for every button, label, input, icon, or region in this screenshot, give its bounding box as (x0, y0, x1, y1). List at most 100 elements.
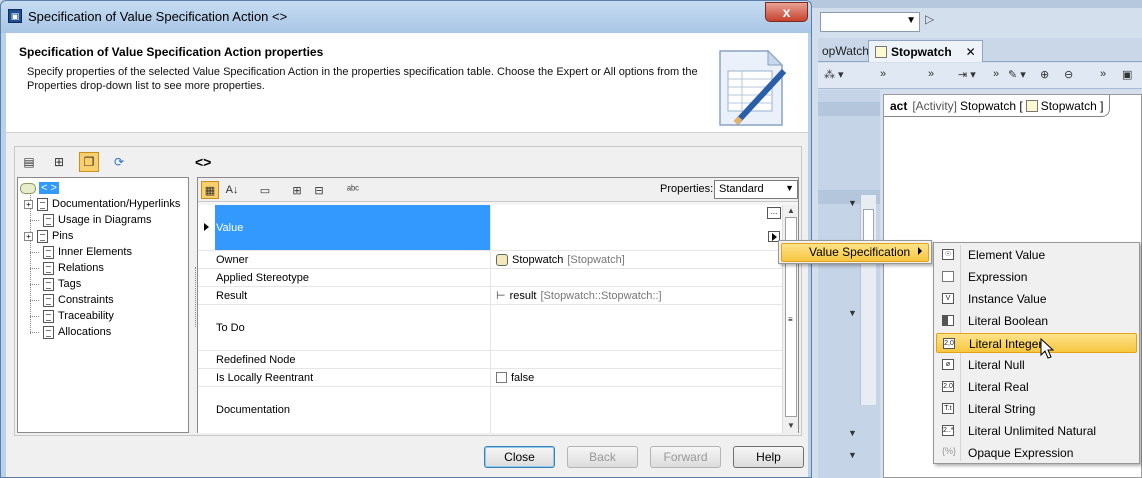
element-name: <> (195, 154, 212, 170)
menu-item-literal-null[interactable]: ø Literal Null (936, 355, 1137, 375)
tree-item[interactable]: + Documentation/Hyperlinks (24, 196, 180, 212)
copy-icon[interactable]: ❐ (79, 152, 99, 172)
chevron-down-icon[interactable]: ▼ (848, 198, 857, 208)
dialog-client: Specification of Value Specification Act… (6, 33, 808, 477)
pen-icon[interactable]: ✎ ▾ (1008, 68, 1026, 81)
tree-item-label: Usage in Diagrams (58, 214, 152, 226)
dialog-buttons: Close Back Forward Help (6, 441, 808, 477)
diagram-icon (875, 45, 887, 58)
layout-icon[interactable]: ⁂ ▾ (824, 68, 844, 81)
table-row[interactable]: To Do (198, 305, 782, 351)
text-field-icon[interactable]: ▭ (256, 181, 274, 199)
menu-item-literal-boolean[interactable]: Literal Boolean (936, 311, 1137, 331)
dialog-titlebar[interactable]: ▣ Specification of Value Specification A… (1, 1, 811, 33)
tree-item[interactable]: Inner Elements (24, 244, 132, 260)
chevron-down-icon[interactable]: ▼ (848, 450, 857, 460)
tree-item[interactable]: Traceability (24, 308, 114, 324)
tab-stopwatch-partial[interactable]: opWatch (818, 42, 873, 62)
action-node-icon (20, 182, 36, 194)
menu-item-opaque-expression[interactable]: {%} Opaque Expression (936, 443, 1137, 463)
menu-item-literal-real[interactable]: 2.0 Literal Real (936, 377, 1137, 397)
refresh-icon[interactable]: ⟳ (109, 152, 129, 172)
tab-stopwatch[interactable]: Stopwatch ✕ (868, 40, 983, 62)
properties-table: Value ... Owner Stopwatch [Stopwatch] Ap… (198, 205, 782, 433)
tree-root[interactable]: < > (20, 180, 59, 196)
menu-item-label: Literal Integer (969, 337, 1043, 351)
menu-item-expression[interactable]: Expression (936, 267, 1137, 287)
table-row[interactable]: Applied Stereotype (198, 269, 782, 287)
mouse-cursor-icon (1040, 338, 1054, 359)
specification-tree[interactable]: < > + Documentation/Hyperlinks Usage in Di… (17, 177, 189, 433)
document-icon (43, 261, 54, 275)
literal-boolean-icon (942, 315, 954, 326)
list-view-icon[interactable]: ▤ (19, 152, 39, 172)
chevron-down-icon[interactable]: ▼ (848, 308, 857, 318)
more-icon[interactable]: » (928, 68, 934, 80)
more-icon[interactable]: » (880, 68, 886, 80)
window-close-button[interactable]: x (765, 2, 808, 22)
help-button[interactable]: Help (733, 446, 804, 468)
scroll-down-icon[interactable]: ▼ (787, 421, 795, 430)
output-pin-icon: ⊢ (496, 290, 506, 302)
document-icon (43, 325, 54, 339)
collapse-all-icon[interactable]: ⊟ (310, 181, 328, 199)
diagram-frame-header: act [Activity] Stopwatch [ Stopwatch ] (884, 95, 1111, 117)
categorized-icon[interactable]: ▦ (201, 181, 219, 199)
play-icon[interactable]: ▷ (925, 12, 934, 26)
properties-label: Properties: (660, 183, 714, 195)
window-icon[interactable]: ▣ (1122, 68, 1132, 81)
menu-item-element-value[interactable]: ☉ Element Value (936, 245, 1137, 265)
literal-string-icon: T.t (942, 403, 954, 414)
table-row[interactable]: Result ⊢ result [Stopwatch::Stopwatch::] (198, 287, 782, 305)
tree-item[interactable]: + Pins (24, 228, 73, 244)
tree-view-icon[interactable]: ⊞ (49, 152, 69, 172)
filter-icon[interactable]: ᵃᵇᶜ (344, 181, 362, 199)
table-row[interactable]: Is Locally Reentrant false (198, 369, 782, 387)
edit-value-button[interactable]: ... (767, 207, 781, 219)
tree-item[interactable]: Allocations (24, 324, 111, 340)
tree-item[interactable]: Tags (24, 276, 81, 292)
tree-item[interactable]: Relations (24, 260, 104, 276)
table-row[interactable]: Value ... (198, 205, 782, 251)
back-button[interactable]: Back (567, 446, 638, 468)
menu-item-label: Literal Real (968, 380, 1029, 394)
menu-item-literal-integer[interactable]: 2,0 Literal Integer (936, 333, 1137, 353)
tree-root-label: < > (39, 182, 59, 194)
tree-item[interactable]: Usage in Diagrams (24, 212, 152, 228)
expand-all-icon[interactable]: ⊞ (288, 181, 306, 199)
table-row[interactable]: Owner Stopwatch [Stopwatch] (198, 251, 782, 269)
background-scrollbar[interactable] (860, 195, 876, 405)
menu-item-instance-value[interactable]: V Instance Value (936, 289, 1137, 309)
expand-icon[interactable]: + (24, 231, 33, 241)
zoom-out-icon[interactable]: ⊖ (1064, 68, 1073, 81)
background-topbar (810, 0, 1142, 8)
table-row[interactable]: Documentation (198, 387, 782, 433)
zoom-in-icon[interactable]: ⊕ (1040, 68, 1049, 81)
instance-value-icon: V (942, 293, 954, 304)
scroll-up-icon[interactable]: ▲ (787, 206, 795, 215)
reentrant-checkbox[interactable] (496, 372, 507, 383)
expand-icon[interactable]: + (24, 199, 33, 209)
sort-alphabetical-icon[interactable]: A↓ (223, 181, 241, 199)
close-button[interactable]: Close (484, 446, 555, 468)
literal-integer-icon: 2,0 (943, 338, 955, 349)
more-icon[interactable]: » (993, 68, 999, 80)
tree-item[interactable]: Constraints (24, 292, 114, 308)
select-icon[interactable]: ⇥ ▾ (958, 68, 976, 81)
element-value-icon: ☉ (942, 249, 954, 260)
properties-select[interactable]: Standard ▼ (714, 180, 798, 199)
table-row[interactable]: Redefined Node (198, 351, 782, 369)
opaque-expression-icon: {%} (942, 446, 957, 456)
tree-item-label: Allocations (58, 326, 112, 338)
tree-item-label: Tags (58, 278, 82, 290)
menu-item-literal-unlimited-natural[interactable]: 2..* Literal Unlimited Natural (936, 421, 1137, 441)
tree-item-label: Documentation/Hyperlinks (52, 198, 181, 210)
more-icon[interactable]: » (1100, 68, 1106, 80)
menu-item-literal-string[interactable]: T.t Literal String (936, 399, 1137, 419)
close-tab-icon[interactable]: ✕ (966, 45, 976, 59)
literal-null-icon: ø (942, 359, 954, 370)
background-combo[interactable]: ▼ (820, 12, 920, 32)
document-icon (43, 245, 54, 259)
forward-button[interactable]: Forward (650, 446, 721, 468)
chevron-down-icon[interactable]: ▼ (848, 428, 857, 438)
